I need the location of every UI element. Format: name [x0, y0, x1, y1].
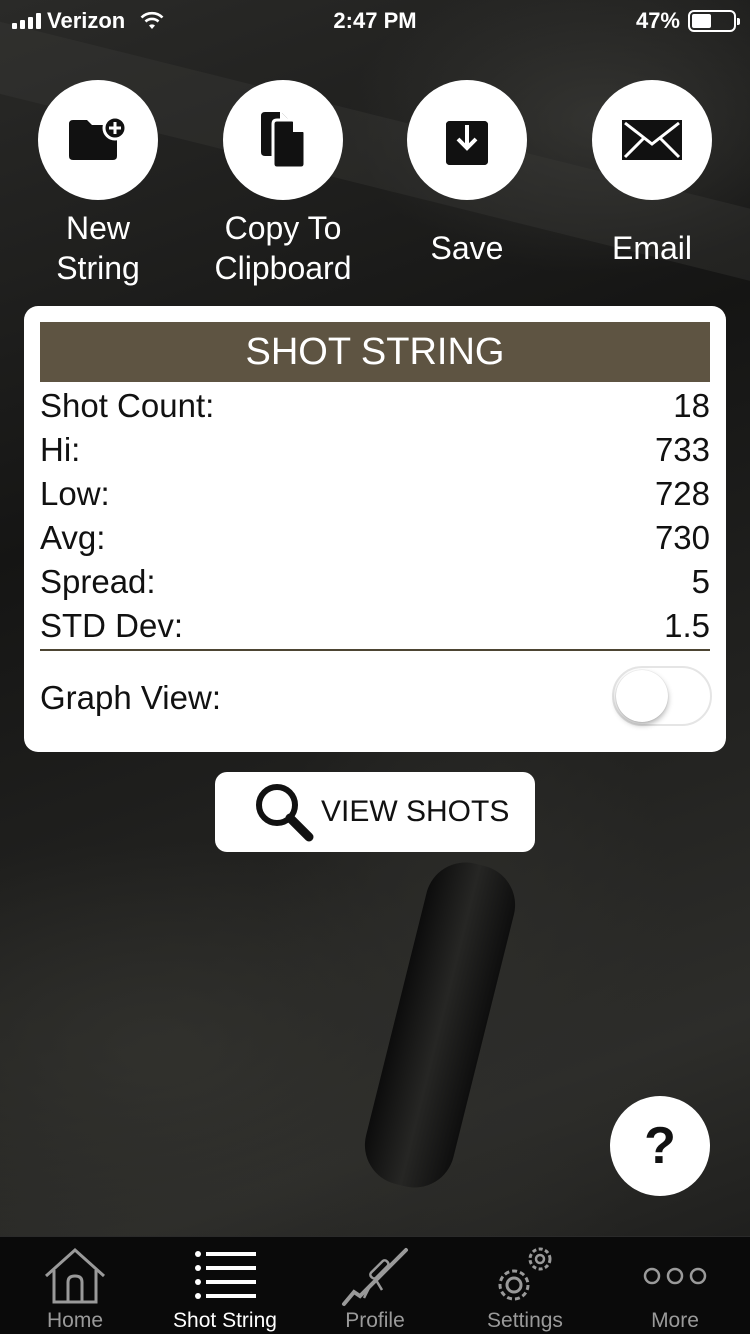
tab-more[interactable]: More [600, 1237, 750, 1334]
card-title: SHOT STRING [40, 322, 710, 382]
stat-value: 18 [673, 387, 710, 424]
search-icon [256, 784, 314, 842]
stat-label: Spread: [40, 563, 156, 600]
tab-more-label: More [651, 1309, 699, 1332]
stat-label: Hi: [40, 431, 81, 468]
tab-profile-label: Profile [345, 1309, 405, 1332]
stat-label: Shot Count: [40, 387, 215, 424]
save-label: Save [430, 230, 504, 266]
tab-bar: Home Shot String Profile Settings More [0, 1236, 750, 1334]
stat-label: Avg: [40, 519, 106, 556]
stat-row-low: Low: 728 [40, 472, 710, 516]
new-string-circle[interactable] [38, 80, 158, 200]
card-divider [40, 649, 710, 651]
stat-value: 5 [691, 563, 710, 600]
rifle-icon [342, 1248, 408, 1306]
stat-row-hi: Hi: 733 [40, 428, 710, 472]
graph-view-toggle[interactable] [612, 666, 712, 726]
save-circle[interactable] [407, 80, 527, 200]
save-button[interactable]: Save [372, 80, 562, 268]
stat-row-spread: Spread: 5 [40, 560, 710, 604]
stat-value: 733 [654, 431, 710, 468]
email-label: Email [611, 230, 692, 266]
help-button[interactable]: ? [610, 1096, 710, 1196]
view-shots-button[interactable]: VIEW SHOTS [215, 772, 535, 852]
envelope-icon [622, 120, 682, 160]
battery-percent: 47% [635, 8, 680, 33]
shot-string-card: SHOT STRING Shot Count: 18 Hi: 733 Low: … [24, 306, 726, 752]
stat-row-shot-count: Shot Count: 18 [40, 384, 710, 428]
gears-icon [498, 1247, 552, 1301]
battery-icon [688, 10, 740, 32]
tab-settings-label: Settings [487, 1309, 563, 1332]
new-string-label: New String [56, 210, 140, 286]
stat-row-avg: Avg: 730 [40, 516, 710, 560]
email-button[interactable]: Email [557, 80, 747, 268]
tab-shot-string-label: Shot String [173, 1309, 277, 1332]
graph-view-label: Graph View: [40, 679, 221, 716]
stat-value: 728 [654, 475, 710, 512]
copy-icon [261, 112, 307, 170]
stat-row-std-dev: STD Dev: 1.5 [40, 604, 710, 648]
copy-to-clipboard-button[interactable]: Copy To Clipboard [188, 80, 378, 288]
copy-circle[interactable] [223, 80, 343, 200]
download-icon [446, 121, 488, 165]
tab-shot-string[interactable]: Shot String [150, 1237, 300, 1334]
toggle-knob [616, 670, 668, 722]
stat-label: STD Dev: [40, 607, 184, 644]
copy-to-clipboard-label: Copy To Clipboard [214, 210, 352, 286]
folder-add-icon [69, 116, 128, 160]
tab-profile[interactable]: Profile [300, 1237, 450, 1334]
stat-value: 1.5 [664, 607, 710, 644]
action-bar: New String Copy To Clipboard Save Email [0, 80, 750, 290]
new-string-button[interactable]: New String [3, 80, 193, 288]
home-icon [44, 1247, 106, 1304]
stat-label: Low: [40, 475, 110, 512]
status-bar: Verizon 2:47 PM 47% [0, 0, 750, 40]
more-icon [643, 1267, 707, 1285]
tab-home[interactable]: Home [0, 1237, 150, 1334]
email-circle[interactable] [592, 80, 712, 200]
view-shots-label: VIEW SHOTS [321, 795, 510, 828]
list-icon [195, 1251, 256, 1299]
background-bipod-shape [356, 854, 524, 1196]
tab-home-label: Home [46, 1309, 104, 1332]
tab-settings[interactable]: Settings [450, 1237, 600, 1334]
stat-value: 730 [654, 519, 710, 556]
